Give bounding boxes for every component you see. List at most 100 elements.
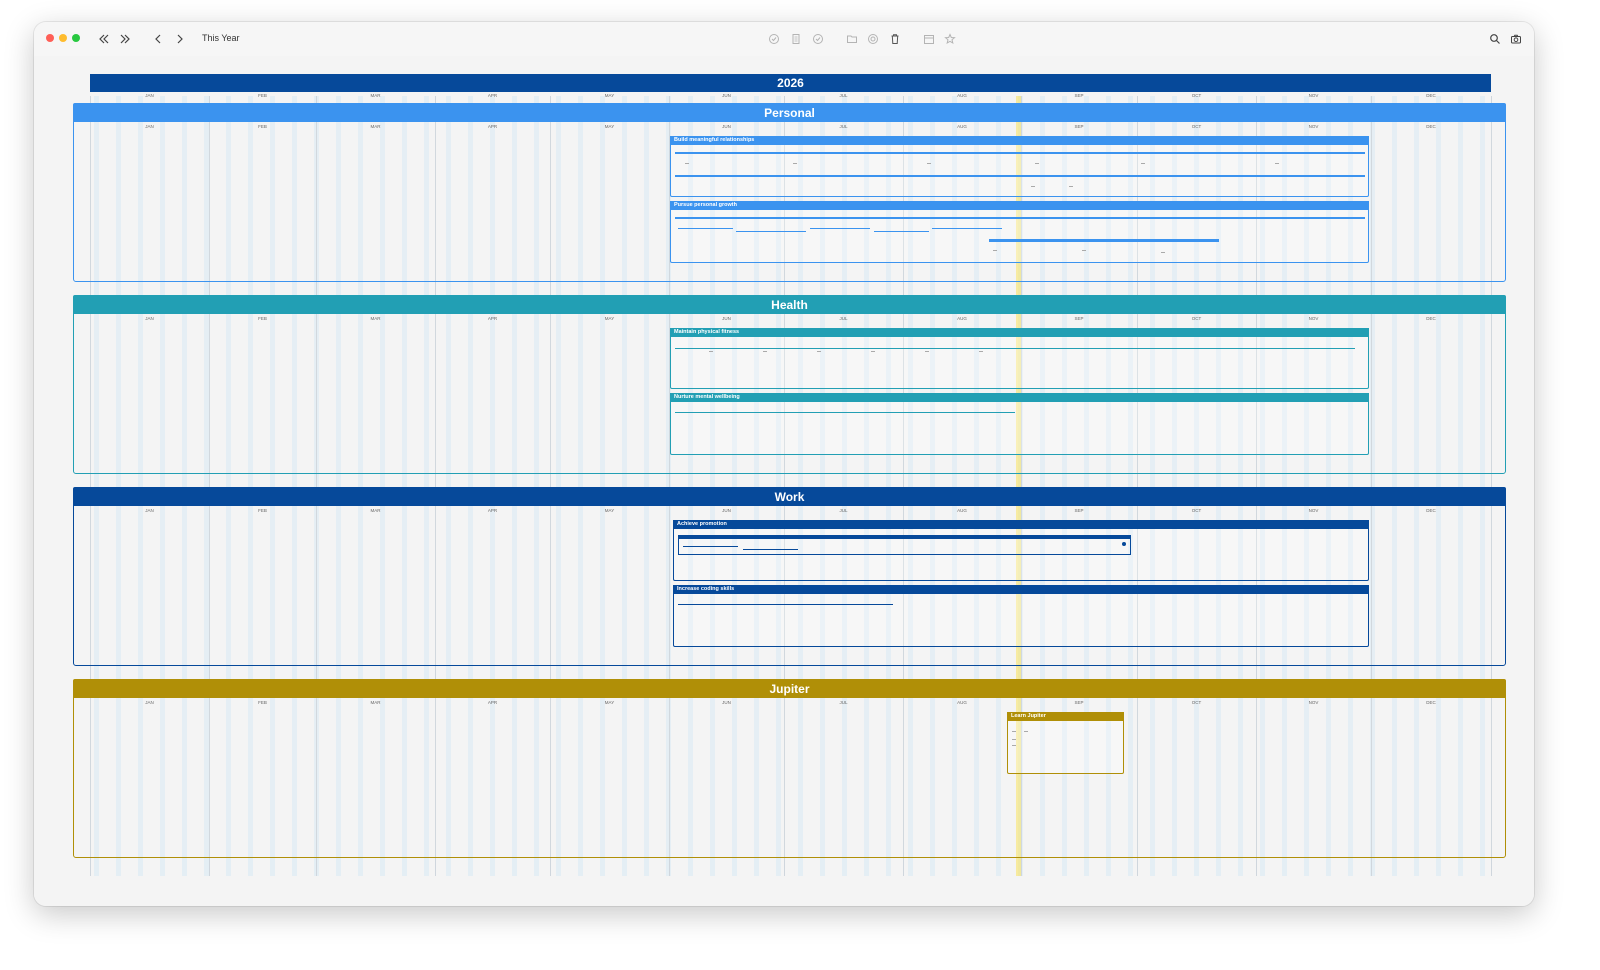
group-personal[interactable]: Personal Build meaningful relationships … [73, 103, 1506, 282]
group-health[interactable]: Health Maintain physical fitness Nurture… [73, 295, 1506, 474]
month-label: JUL [839, 316, 848, 321]
month-label: MAY [604, 124, 615, 129]
task-marker [1141, 163, 1145, 164]
month-label: MAR [370, 700, 381, 705]
document-icon[interactable] [786, 29, 806, 49]
calendar-icon[interactable] [919, 29, 939, 49]
month-label: JUL [839, 700, 848, 705]
goal-card[interactable]: Achieve promotion [673, 520, 1369, 581]
task-bar[interactable] [810, 228, 870, 229]
month-label: APR [487, 124, 498, 129]
group-title: Health [73, 295, 1506, 314]
folder-icon[interactable] [842, 29, 862, 49]
milestone-bar[interactable] [675, 175, 1365, 177]
check-circle-icon[interactable] [764, 29, 784, 49]
task-marker [1069, 186, 1073, 187]
task-marker [1012, 731, 1016, 732]
forward-double-chevron-icon[interactable] [115, 29, 135, 49]
group-jupiter[interactable]: Jupiter Learn Jupiter JAN FEB MAR APR MAY JUN… [73, 679, 1506, 858]
task-marker [685, 163, 689, 164]
goal-title: Increase coding skills [673, 585, 1369, 594]
month-label: JUN [722, 124, 731, 129]
task-bar[interactable] [874, 231, 929, 232]
task-marker [925, 351, 929, 352]
month-label: OCT [1191, 316, 1202, 321]
month-header-row: JAN FEB MAR APR MAY JUN JUL AUG SEP OCT NOV DEC [74, 315, 1507, 323]
month-label: AUG [957, 508, 967, 513]
month-label: SEP [1074, 124, 1084, 129]
task-bar[interactable] [736, 231, 806, 232]
task-marker [1275, 163, 1279, 164]
task-bar[interactable] [932, 228, 1002, 229]
chevron-right-icon[interactable] [170, 29, 190, 49]
task-marker [793, 163, 797, 164]
task-marker [709, 351, 713, 352]
month-label: OCT [1191, 93, 1202, 98]
month-label: MAR [370, 316, 381, 321]
month-label: FEB [258, 124, 267, 129]
year-header: 2026 [90, 74, 1491, 92]
month-label: MAR [370, 508, 381, 513]
goal-card[interactable]: Nurture mental wellbeing [670, 393, 1369, 455]
goal-card[interactable]: Learn Jupiter [1007, 712, 1124, 774]
month-label: NOV [1308, 93, 1319, 98]
month-label: OCT [1191, 700, 1202, 705]
goal-card[interactable]: Build meaningful relationships [670, 136, 1369, 197]
task-bar[interactable] [743, 549, 798, 550]
task-bar[interactable] [675, 412, 1015, 413]
group-work[interactable]: Work Achieve promotion Increase coding s… [73, 487, 1506, 666]
goal-title: Maintain physical fitness [670, 328, 1369, 337]
month-label: APR [487, 93, 498, 98]
month-label: MAR [370, 124, 381, 129]
task-bar[interactable] [678, 604, 893, 605]
group-title: Personal [73, 103, 1506, 122]
task-marker [1031, 186, 1035, 187]
month-label: FEB [258, 700, 267, 705]
month-header-row: JAN FEB MAR APR MAY JUN JUL AUG SEP OCT NOV DEC [74, 699, 1507, 707]
goal-card[interactable]: Increase coding skills [673, 585, 1369, 647]
camera-icon[interactable] [1506, 29, 1526, 49]
task-bar[interactable] [675, 348, 1355, 349]
milestone-bar[interactable] [989, 239, 1219, 242]
target-icon[interactable] [863, 29, 883, 49]
chevron-left-icon[interactable] [148, 29, 168, 49]
month-label: JUN [722, 93, 731, 98]
month-label: DEC [1426, 700, 1436, 705]
month-label: JUL [839, 124, 848, 129]
month-label: APR [487, 316, 498, 321]
month-label: MAY [604, 93, 615, 98]
task-bar[interactable] [678, 228, 733, 229]
goal-card[interactable]: Pursue personal growth [670, 201, 1369, 263]
month-label: NOV [1308, 124, 1319, 129]
timeline-canvas[interactable]: 2026 JAN FEB MAR APR MAY JUN JUL AUG SEP OCT NOV DE… [34, 56, 1534, 906]
milestone-card[interactable] [678, 535, 1131, 555]
month-label: JUN [722, 316, 731, 321]
task-bar[interactable] [683, 546, 738, 547]
month-label: OCT [1191, 124, 1202, 129]
milestone-bar[interactable] [675, 152, 1365, 154]
goal-title: Build meaningful relationships [670, 136, 1369, 145]
goal-title: Nurture mental wellbeing [670, 393, 1369, 402]
trash-icon[interactable] [885, 29, 905, 49]
month-label: AUG [957, 700, 967, 705]
window-title: This Year [202, 33, 240, 43]
month-label: JAN [145, 700, 154, 705]
back-double-chevron-icon[interactable] [94, 29, 114, 49]
check-circle-icon[interactable] [808, 29, 828, 49]
minimize-window-button[interactable] [59, 34, 67, 42]
task-marker [993, 250, 997, 251]
month-label: NOV [1308, 700, 1319, 705]
close-window-button[interactable] [46, 34, 54, 42]
month-label: SEP [1074, 93, 1084, 98]
month-label: SEP [1074, 508, 1084, 513]
group-title: Jupiter [73, 679, 1506, 698]
zoom-window-button[interactable] [72, 34, 80, 42]
goal-card[interactable]: Maintain physical fitness [670, 328, 1369, 389]
month-label: AUG [957, 93, 967, 98]
month-label: NOV [1308, 508, 1319, 513]
month-label: SEP [1074, 316, 1084, 321]
milestone-bar[interactable] [675, 217, 1365, 219]
month-label: APR [487, 700, 498, 705]
search-icon[interactable] [1485, 29, 1505, 49]
star-icon[interactable] [940, 29, 960, 49]
